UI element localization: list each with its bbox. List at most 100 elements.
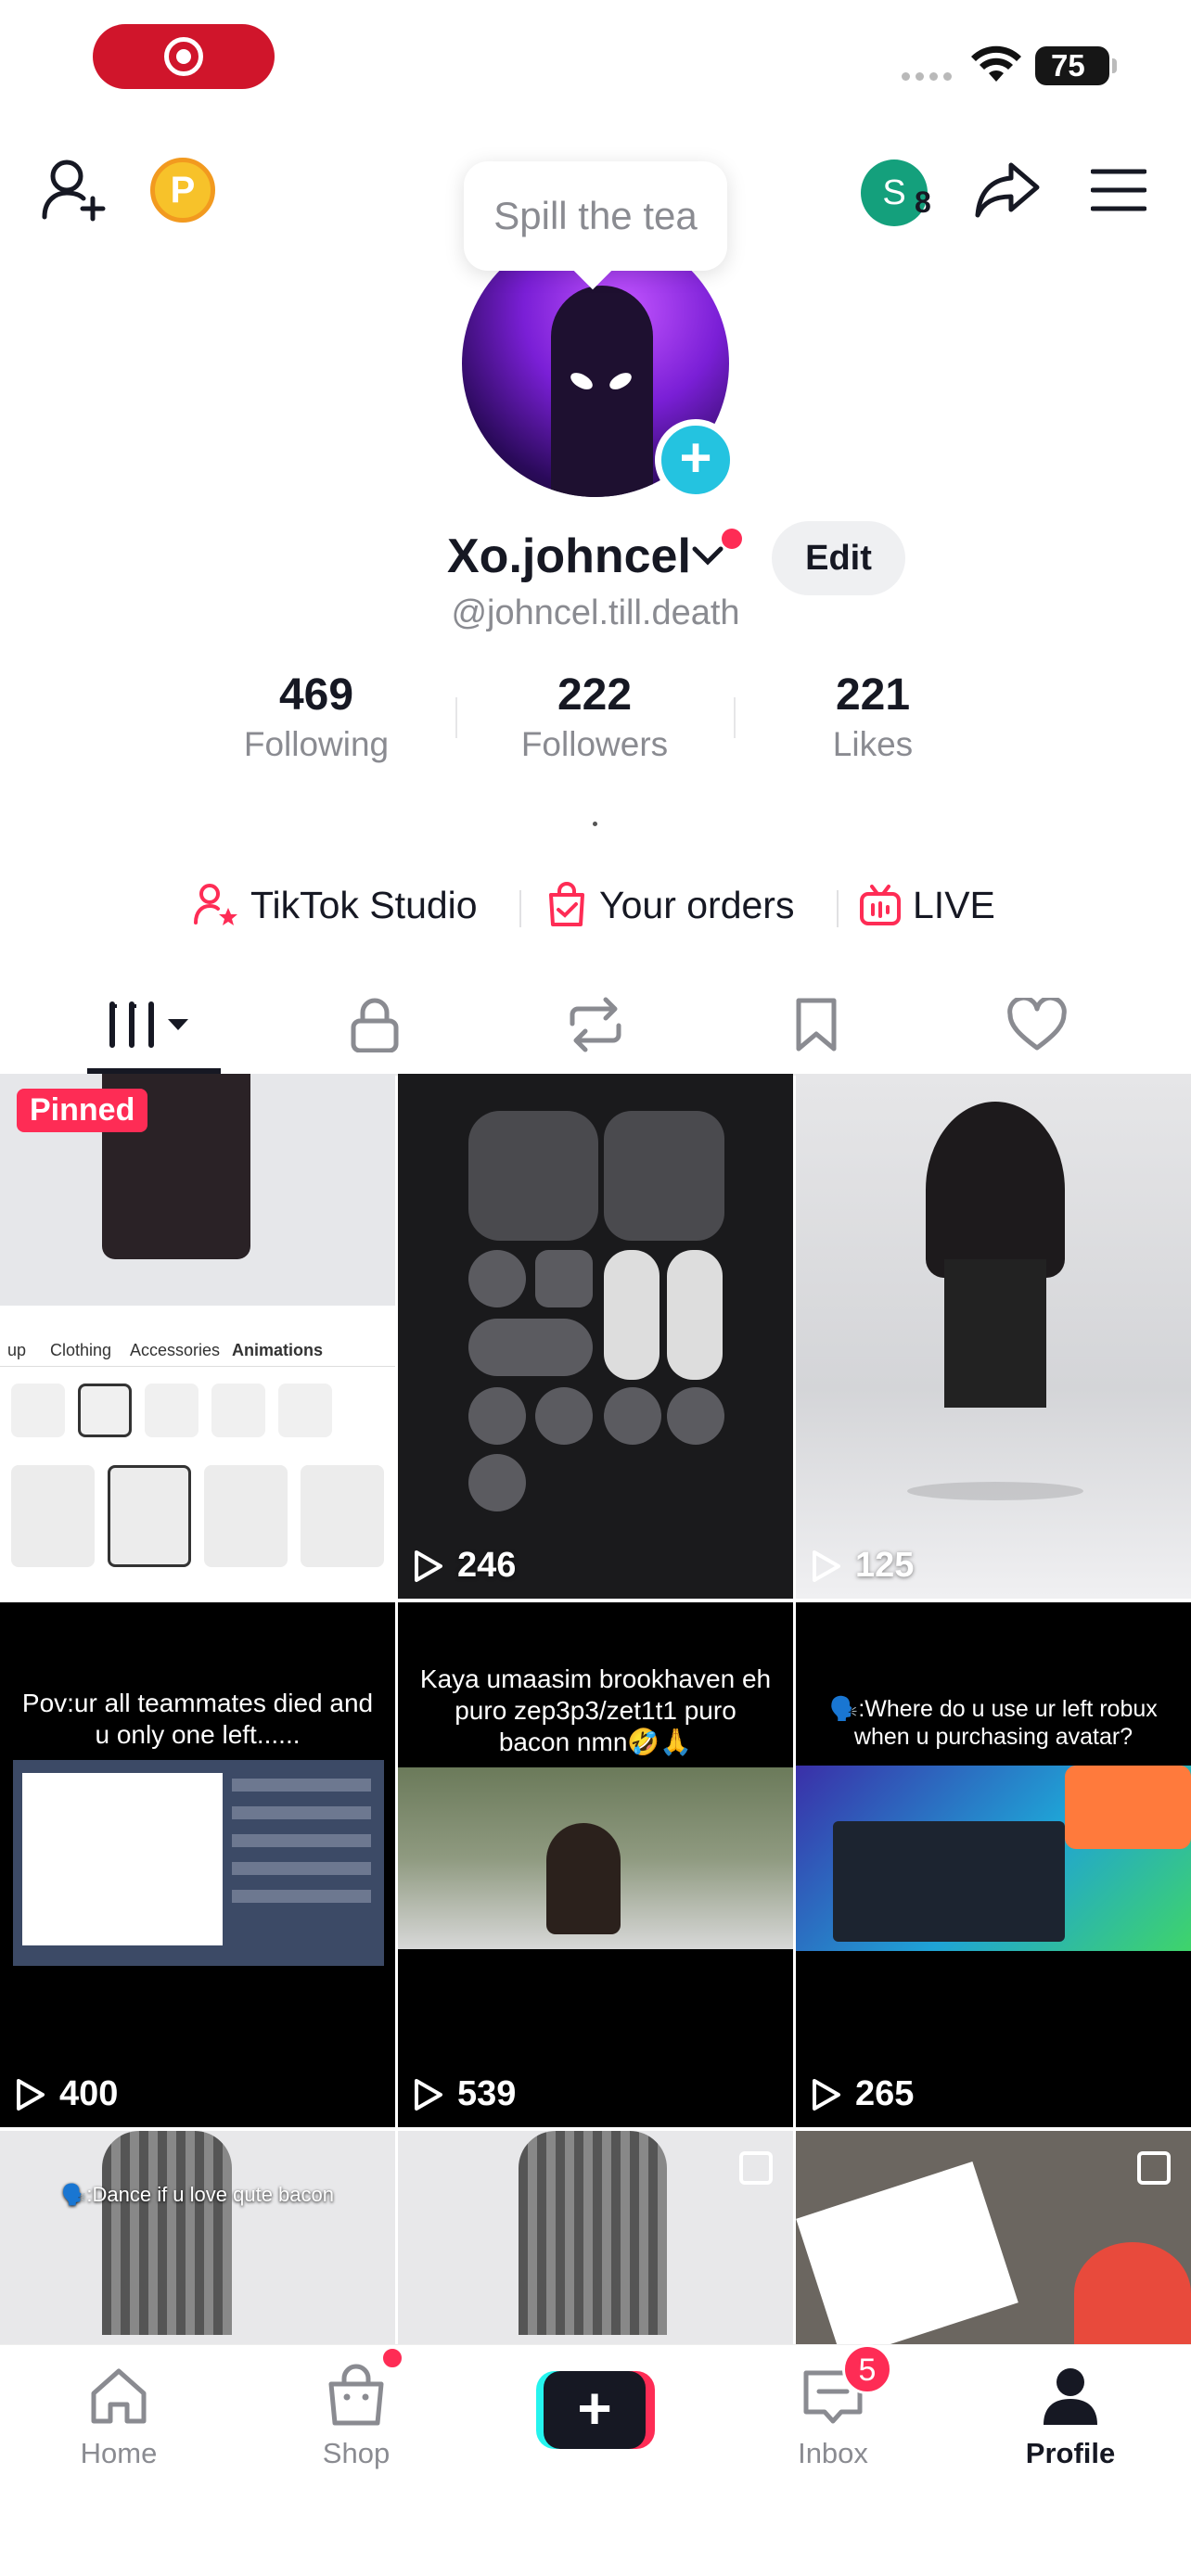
tv-live-icon (860, 885, 901, 925)
nav-label: Inbox (798, 2437, 868, 2469)
stat-label: Likes (832, 725, 914, 763)
screen-recording-indicator[interactable] (93, 24, 275, 89)
view-count-label: 539 (457, 2074, 517, 2113)
shop-notification-dot (380, 2346, 404, 2370)
account-notification-count: 8 (915, 185, 931, 219)
link-label: LIVE (913, 883, 995, 926)
video-tile[interactable]: 🗣️:Where do u use ur left robux when u p… (796, 1602, 1191, 2127)
bookmark-icon (796, 998, 837, 1052)
wifi-icon (971, 45, 1021, 82)
nav-label: Shop (322, 2437, 391, 2469)
username-row: Xo.johncel Edit (0, 521, 1191, 595)
stat-value: 222 (557, 670, 633, 720)
video-caption: 🗣️:Where do u use ur left robux when u p… (829, 1696, 1158, 1750)
video-grid: up Clothing Accessories Animations Pinne… (0, 1074, 1191, 2344)
home-icon (91, 2368, 147, 2424)
profile-stats: 469 Following 222 Followers 221 Likes (0, 670, 1191, 772)
live-link[interactable]: LIVE (859, 875, 995, 935)
link-label: Your orders (599, 883, 795, 926)
status-bar: 75 (0, 0, 1191, 121)
nav-label: Profile (1025, 2437, 1116, 2469)
video-tile[interactable]: 125 (796, 1074, 1191, 1599)
video-caption: Kaya umaasim brookhaven eh puro zep3p3/z… (419, 1664, 772, 1756)
nav-profile[interactable]: Profile (978, 2364, 1163, 2470)
tab-reposts[interactable] (477, 974, 714, 1076)
pinned-badge: Pinned (17, 1089, 148, 1132)
view-count-label: 400 (59, 2074, 119, 2113)
video-tile[interactable]: up Clothing Accessories Animations Pinne… (0, 1074, 395, 1599)
your-orders-link[interactable]: Your orders (545, 875, 794, 935)
repost-icon (570, 997, 621, 1052)
link-divider (519, 890, 521, 927)
multi-photo-icon (739, 2151, 773, 2185)
shop-bag-icon (328, 2364, 384, 2426)
bag-check-icon (549, 882, 584, 926)
stat-label: Followers (520, 725, 669, 763)
play-icon (17, 2078, 45, 2111)
play-icon (415, 1549, 442, 1582)
chevron-down-icon[interactable] (691, 545, 724, 567)
video-tile[interactable] (398, 2131, 793, 2344)
bottom-navigation: Home Shop + Inbox Profile (0, 2344, 1191, 2576)
stat-divider (455, 697, 457, 738)
profile-bio (593, 822, 597, 826)
add-friend-icon[interactable] (41, 158, 108, 223)
grid-filter-icon (109, 1001, 188, 1048)
thumbnail-figure (519, 2131, 667, 2335)
tab-favorites[interactable] (698, 974, 935, 1076)
person-star-icon (194, 884, 237, 925)
video-tile[interactable] (796, 2131, 1191, 2344)
tab-videos[interactable] (35, 974, 273, 1076)
thumbnail-panel: up Clothing Accessories Animations (0, 1306, 395, 1599)
thumbnail-panel (796, 2162, 1018, 2344)
display-name[interactable]: Xo.johncel (447, 529, 691, 584)
thumbnail-figure (944, 1259, 1046, 1408)
video-caption: Pov:ur all teammates died and u only one… (21, 1689, 374, 1749)
video-tile[interactable]: 🗣️:Dance if u love qute bacon (0, 2131, 395, 2344)
edit-profile-button[interactable]: Edit (772, 521, 905, 595)
nav-inbox[interactable]: Inbox (740, 2364, 926, 2470)
thumbnail-figure (926, 1102, 1065, 1278)
record-icon (164, 37, 203, 76)
video-tile[interactable]: Kaya umaasim brookhaven eh puro zep3p3/z… (398, 1602, 793, 2127)
nav-home[interactable]: Home (26, 2364, 211, 2470)
inbox-badge: 5 (842, 2344, 892, 2394)
video-tile[interactable]: 246 (398, 1074, 793, 1599)
stat-followers[interactable]: 222 Followers (483, 670, 706, 768)
tab-private[interactable] (256, 974, 493, 1076)
control-center-tile (468, 1111, 598, 1241)
thumbnail-figure (102, 2131, 232, 2335)
stat-divider (734, 697, 736, 738)
menu-icon[interactable] (1091, 167, 1146, 213)
nav-shop[interactable]: Shop (263, 2364, 449, 2470)
lock-icon (351, 998, 399, 1052)
bio-tooltip[interactable]: Spill the tea (464, 161, 727, 271)
tiktok-studio-link[interactable]: TikTok Studio (193, 875, 478, 935)
link-divider (837, 890, 839, 927)
view-count-label: 246 (457, 1546, 517, 1585)
thumbnail-panel (13, 1760, 384, 1966)
link-label: TikTok Studio (250, 883, 478, 926)
play-icon (813, 1549, 840, 1582)
stat-value: 469 (278, 670, 354, 720)
profile-handle: @johncel.till.death (451, 593, 740, 632)
view-count: 125 (811, 1546, 914, 1586)
play-icon (813, 2078, 840, 2111)
nav-label: Home (80, 2437, 158, 2469)
share-icon[interactable] (974, 159, 1041, 219)
profile-tabs (0, 974, 1191, 1076)
thumbnail-panel (796, 1766, 1191, 1951)
stat-label: Following (243, 725, 390, 763)
video-tile[interactable]: Pov:ur all teammates died and u only one… (0, 1602, 395, 2127)
tab-liked[interactable] (918, 974, 1156, 1076)
video-caption: 🗣️:Dance if u love qute bacon (60, 2183, 334, 2206)
stat-value: 221 (835, 670, 911, 720)
plus-icon: + (544, 2371, 646, 2449)
create-button[interactable]: + (536, 2371, 655, 2449)
add-story-button[interactable]: + (655, 419, 736, 501)
control-center-tile (604, 1111, 724, 1241)
stat-likes[interactable]: 221 Likes (762, 670, 984, 768)
stat-following[interactable]: 469 Following (205, 670, 428, 768)
coins-badge[interactable]: P (150, 158, 215, 223)
avatar-figure (551, 286, 653, 497)
